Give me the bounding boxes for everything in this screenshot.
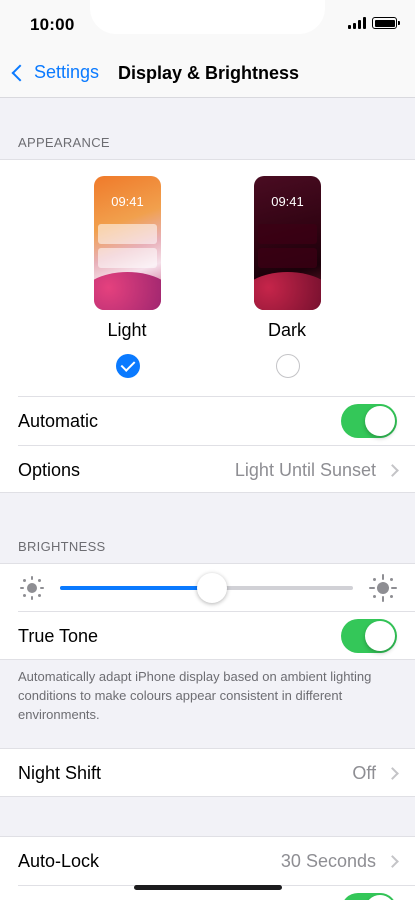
true-tone-footer: Automatically adapt iPhone display based… bbox=[18, 669, 372, 722]
status-icons bbox=[348, 17, 400, 29]
light-mode-preview[interactable]: 09:41 bbox=[94, 176, 161, 310]
next-row-toggle[interactable] bbox=[341, 893, 397, 900]
appearance-group: 09:41 09:41 Light Dark Automatic Options… bbox=[0, 159, 415, 493]
home-indicator bbox=[134, 885, 282, 890]
status-time: 10:00 bbox=[30, 15, 75, 34]
auto-lock-label: Auto-Lock bbox=[18, 850, 100, 871]
automatic-row: Automatic bbox=[0, 397, 415, 445]
night-shift-row[interactable]: Night Shift Off bbox=[0, 749, 415, 797]
night-shift-group: Night Shift Off bbox=[0, 748, 415, 797]
night-shift-value: Off bbox=[352, 762, 376, 783]
nav-bar: Settings Display & Brightness bbox=[0, 50, 415, 98]
preview-time: 09:41 bbox=[271, 194, 304, 209]
auto-lock-row[interactable]: Auto-Lock 30 Seconds bbox=[0, 837, 415, 885]
true-tone-row: True Tone bbox=[0, 612, 415, 660]
options-label: Options bbox=[18, 459, 81, 480]
brightness-slider-fill bbox=[60, 586, 212, 590]
true-tone-toggle[interactable] bbox=[341, 619, 397, 653]
night-shift-label: Night Shift bbox=[18, 762, 102, 783]
options-row[interactable]: Options Light Until Sunset bbox=[0, 446, 415, 494]
appearance-header: APPEARANCE bbox=[18, 135, 110, 150]
light-mode-label: Light bbox=[107, 320, 147, 340]
auto-lock-value: 30 Seconds bbox=[280, 850, 376, 871]
automatic-label: Automatic bbox=[18, 410, 99, 431]
page-title: Display & Brightness bbox=[117, 63, 300, 83]
sun-small-icon bbox=[20, 576, 44, 600]
brightness-slider-knob[interactable] bbox=[197, 573, 227, 603]
dark-mode-radio[interactable] bbox=[276, 354, 300, 378]
status-bar: 10:00 bbox=[0, 0, 415, 50]
battery-icon bbox=[372, 17, 400, 29]
auto-lock-group: Auto-Lock 30 Seconds bbox=[0, 836, 415, 900]
brightness-group: True Tone bbox=[0, 563, 415, 660]
sun-large-icon bbox=[369, 574, 397, 602]
chevron-right-icon bbox=[386, 854, 399, 868]
preview-time: 09:41 bbox=[111, 194, 144, 209]
chevron-right-icon bbox=[386, 766, 399, 780]
true-tone-label: True Tone bbox=[18, 625, 99, 646]
options-value: Light Until Sunset bbox=[234, 459, 376, 480]
automatic-toggle[interactable] bbox=[341, 404, 397, 438]
notch bbox=[90, 0, 325, 34]
light-mode-radio[interactable] bbox=[116, 354, 140, 378]
chevron-right-icon bbox=[386, 463, 399, 477]
brightness-header: BRIGHTNESS bbox=[18, 539, 106, 554]
dark-mode-preview[interactable]: 09:41 bbox=[254, 176, 321, 310]
signal-icon bbox=[348, 17, 366, 29]
dark-mode-label: Dark bbox=[267, 320, 306, 340]
